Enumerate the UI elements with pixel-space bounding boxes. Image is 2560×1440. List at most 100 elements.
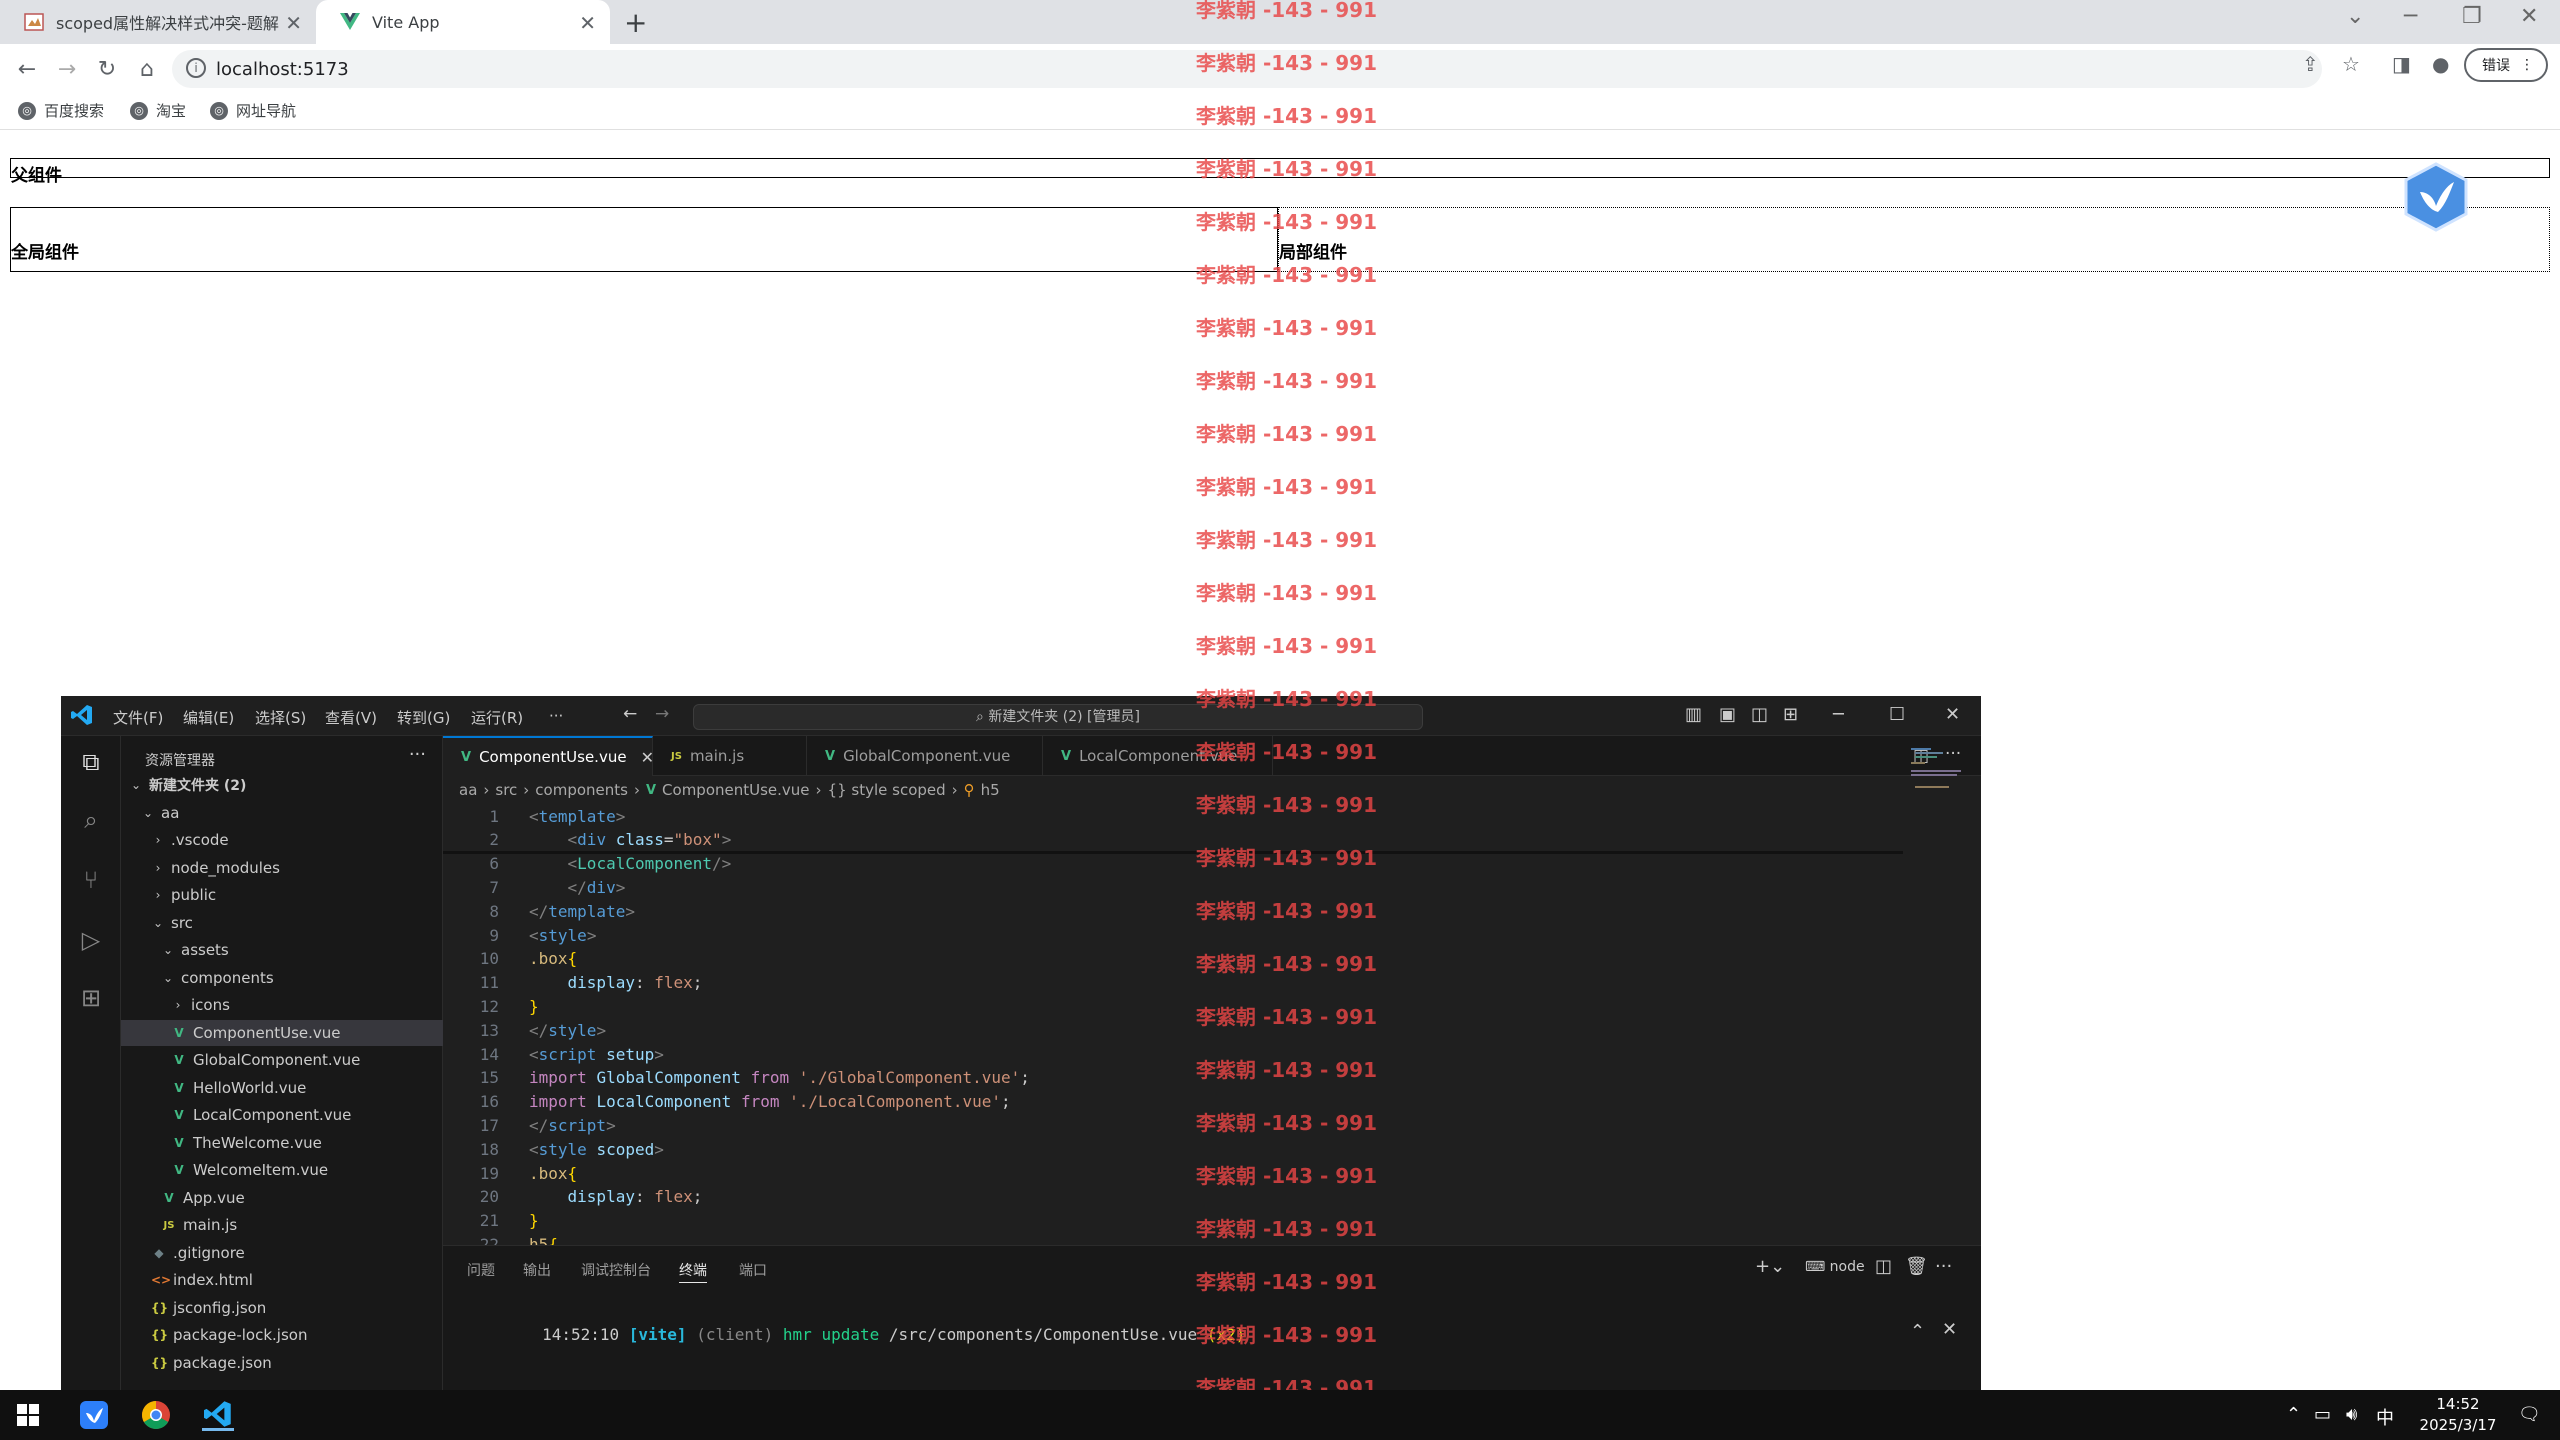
menu-selection[interactable]: 选择(S) [255, 707, 306, 728]
clock[interactable]: 14:52 2025/3/17 [2408, 1394, 2508, 1436]
network-icon[interactable]: ▭ [2314, 1404, 2331, 1425]
code-line[interactable]: 9 <style> [443, 923, 1903, 947]
bookmark-item[interactable]: ◎ 百度搜索 [18, 100, 104, 121]
code-line[interactable]: 20 display: flex; [443, 1185, 1903, 1209]
tree-item[interactable]: ⌄ 新建文件夹 (2) [121, 772, 443, 798]
share-icon[interactable]: ⇪ [2302, 52, 2319, 76]
code-line[interactable]: 6 <LocalComponent/> [443, 852, 1903, 876]
layout-icon[interactable]: ⊞ [1783, 704, 1798, 725]
terminal-profile[interactable]: ⌨ node [1805, 1259, 1865, 1275]
error-button[interactable]: 错误 ⋮ [2464, 48, 2548, 82]
code-line[interactable]: 15 import GlobalComponent from './GlobalC… [443, 1066, 1903, 1090]
site-info-icon[interactable]: i [186, 58, 206, 78]
tree-item[interactable]: › node_modules [121, 855, 443, 881]
side-panel-icon[interactable]: ◨ [2392, 52, 2411, 76]
tree-item[interactable]: JS main.js [121, 1212, 443, 1238]
toggle-sidebar-icon[interactable]: ▥ [1685, 704, 1702, 725]
extensions-icon[interactable]: ⊞ [75, 982, 107, 1014]
editor-tab[interactable]: JS main.js [653, 736, 807, 776]
explorer-icon[interactable]: ⧉ [75, 746, 107, 778]
restore-icon[interactable]: ❐ [2462, 4, 2482, 29]
chrome-icon[interactable] [140, 1399, 172, 1431]
menu-run[interactable]: 运行(R) [471, 707, 523, 728]
breadcrumb-item[interactable]: h5 [981, 781, 1000, 799]
vs-close-icon[interactable]: ✕ [1945, 704, 1960, 725]
bookmark-item[interactable]: ◎ 淘宝 [130, 100, 186, 121]
bird-extension-icon[interactable] [2404, 162, 2468, 232]
minimap[interactable] [1909, 746, 1969, 806]
tray-expand-icon[interactable]: ⌃ [2286, 1404, 2301, 1425]
breadcrumb-item[interactable]: ComponentUse.vue [662, 781, 810, 799]
trash-icon[interactable]: 🗑 [1905, 1256, 1928, 1277]
tree-item[interactable]: <> index.html [121, 1267, 443, 1293]
toggle-secondary-icon[interactable]: ◫ [1751, 704, 1768, 725]
tab-close-icon[interactable]: ✕ [579, 11, 596, 35]
forward-icon[interactable]: → [50, 52, 84, 86]
reload-icon[interactable]: ↻ [90, 52, 124, 86]
tab-vite-app[interactable]: Vite App ✕ [316, 0, 610, 44]
menu-edit[interactable]: 编辑(E) [183, 707, 234, 728]
code-line[interactable]: 19 .box{ [443, 1161, 1903, 1185]
close-tab-icon[interactable]: ✕ [641, 748, 654, 767]
bird-app-icon[interactable] [78, 1399, 110, 1431]
ime-indicator[interactable]: 中 [2376, 1404, 2394, 1430]
panel-tab-terminal[interactable]: 终端 [679, 1260, 707, 1283]
code-line[interactable]: 14 <script setup> [443, 1042, 1903, 1066]
source-control-icon[interactable]: ⑂ [75, 864, 107, 896]
nav-back-icon[interactable]: ← [623, 704, 637, 724]
tree-item[interactable]: › icons [121, 992, 443, 1018]
breadcrumb-item[interactable]: src [495, 781, 517, 799]
bookmark-star-icon[interactable]: ☆ [2342, 52, 2360, 76]
breadcrumb-item[interactable]: {} style scoped [828, 781, 946, 799]
new-terminal-icon[interactable]: +⌄ [1755, 1256, 1785, 1277]
run-debug-icon[interactable]: ▷ [75, 924, 107, 956]
tree-item[interactable]: › .vscode [121, 827, 443, 853]
tree-item[interactable]: V ComponentUse.vue [121, 1019, 443, 1046]
tab-close-icon[interactable]: ✕ [285, 11, 302, 35]
editor-tab[interactable]: V ComponentUse.vue ✕ [443, 736, 654, 776]
tree-item[interactable]: {} jsconfig.json [121, 1295, 443, 1321]
volume-icon[interactable]: 🔊︎ [2346, 1404, 2357, 1425]
explorer-more-icon[interactable]: ··· [409, 744, 426, 765]
panel-tab-ports[interactable]: 端口 [739, 1260, 767, 1280]
search-view-icon[interactable]: ⌕ [75, 804, 107, 836]
terminal-output[interactable]: 14:52:10 [vite] (client) hmr update /src… [465, 1306, 1245, 1363]
tree-item[interactable]: V TheWelcome.vue [121, 1130, 443, 1156]
close-panel-icon[interactable]: ✕ [1942, 1319, 1957, 1340]
code-line[interactable]: 12} [443, 994, 1903, 1018]
bookmark-item[interactable]: ◎ 网址导航 [210, 100, 296, 121]
menu-file[interactable]: 文件(F) [113, 707, 163, 728]
nav-forward-icon[interactable]: → [655, 704, 669, 724]
tree-item[interactable]: V App.vue [121, 1185, 443, 1211]
home-icon[interactable]: ⌂ [130, 52, 164, 86]
minimize-icon[interactable]: ─ [2404, 4, 2417, 29]
code-line[interactable]: 13 </style> [443, 1018, 1903, 1042]
code-line[interactable]: 8 </template> [443, 899, 1903, 923]
tree-item[interactable]: {} package.json [121, 1350, 443, 1376]
tree-item[interactable]: V LocalComponent.vue [121, 1102, 443, 1128]
tree-item[interactable]: ⌄ src [121, 910, 443, 936]
menu-view[interactable]: 查看(V) [325, 707, 377, 728]
breadcrumb-item[interactable]: aa [459, 781, 477, 799]
code-line[interactable]: 1 <template> [443, 804, 1903, 828]
vs-maximize-icon[interactable]: ☐ [1889, 704, 1905, 725]
close-window-icon[interactable]: ✕ [2520, 4, 2538, 29]
editor-tab[interactable]: V GlobalComponent.vue [807, 736, 1043, 776]
tree-item[interactable]: ⌄ aa [121, 800, 443, 826]
panel-more-icon[interactable]: ··· [1935, 1256, 1952, 1277]
maximize-panel-icon[interactable]: ⌃ [1910, 1321, 1925, 1342]
tab-search-icon[interactable]: ⌄ [2346, 4, 2364, 29]
tree-item[interactable]: ⌄ assets [121, 937, 443, 963]
tree-item[interactable]: ◆ .gitignore [121, 1240, 443, 1266]
split-terminal-icon[interactable]: ◫ [1875, 1256, 1892, 1277]
back-icon[interactable]: ← [10, 52, 44, 86]
code-line[interactable]: 7 </div> [443, 875, 1903, 899]
new-tab-icon[interactable]: + [624, 6, 647, 39]
code-line[interactable]: 16 import LocalComponent from './LocalCom… [443, 1090, 1903, 1114]
code-line[interactable]: 11 display: flex; [443, 971, 1903, 995]
tree-item[interactable]: V WelcomeItem.vue [121, 1157, 443, 1183]
code-line[interactable]: 21} [443, 1209, 1903, 1233]
profile-icon[interactable]: ● [2432, 52, 2449, 76]
breadcrumb-item[interactable]: components [535, 781, 628, 799]
tree-item[interactable]: › public [121, 882, 443, 908]
